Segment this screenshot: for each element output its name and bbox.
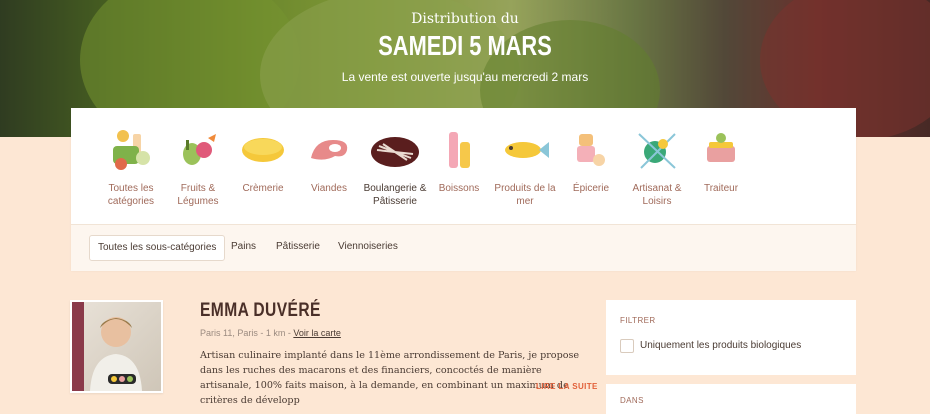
secondary-filter-panel: DANS [606,384,856,414]
producer-portrait [72,302,161,391]
drinks-icon [433,128,485,172]
category-panel: Toutes les catégories Fruits & Légumes C… [71,108,856,271]
hero-title: SAMEDI 5 MARS [378,30,552,61]
category-label: Épicerie [572,183,610,194]
category-label: Fruits & Légumes [177,183,219,207]
subcategory-pastry[interactable]: Pâtisserie [276,235,320,259]
all-categories-icon [105,128,157,172]
producer-location-text: Paris 11, Paris - 1 km - [200,328,294,338]
category-label: Boulangerie & Pâtisserie [363,183,427,207]
view-map-link[interactable]: Voir la carte [293,328,341,338]
hero-subtitle: Distribution du [411,11,519,27]
category-catering[interactable]: Traiteur [685,128,757,195]
category-label: Boissons [438,183,480,194]
category-all[interactable]: Toutes les catégories [95,128,167,208]
subcategory-viennoiseries[interactable]: Viennoiseries [338,235,398,259]
category-label: Toutes les catégories [107,183,155,207]
category-crafts[interactable]: Artisanat & Loisirs [621,128,693,208]
read-more-link[interactable]: LIRE LA SUITE [536,382,598,391]
producer-description: Artisan culinaire implanté dans le 11ème… [200,350,580,406]
producer-location: Paris 11, Paris - 1 km - Voir la carte [200,328,341,338]
category-drinks[interactable]: Boissons [423,128,495,195]
producer-name: EMMA DUVÉRÉ [200,300,321,321]
category-cheese[interactable]: Crèmerie [227,128,299,195]
cheese-icon [237,128,289,172]
category-fruits-vegetables[interactable]: Fruits & Légumes [162,128,234,208]
filter-title: FILTRER [620,316,656,325]
fruits-vegetables-icon [172,128,224,172]
category-meat[interactable]: Viandes [293,128,365,195]
catering-icon [695,128,747,172]
category-label: Viandes [311,183,347,194]
filter-panel: FILTRER Uniquement les produits biologiq… [606,300,856,375]
grocery-icon [565,128,617,172]
producer-photo [70,300,163,393]
fish-icon [499,128,551,172]
category-seafood[interactable]: Produits de la mer [489,128,561,208]
subcategory-breads[interactable]: Pains [231,235,256,259]
bakery-icon [369,128,421,172]
category-label: Traiteur [703,183,739,194]
organic-checkbox[interactable] [620,339,634,353]
category-label: Produits de la mer [494,183,556,207]
subcategory-bar: Toutes les sous-catégories Pains Pâtisse… [71,224,856,271]
category-bakery[interactable]: Boulangerie & Pâtisserie [359,128,431,208]
meat-icon [303,128,355,172]
category-grocery[interactable]: Épicerie [555,128,627,195]
category-label: Artisanat & Loisirs [632,183,682,207]
organic-checkbox-label[interactable]: Uniquement les produits biologiques [640,340,801,351]
sale-deadline-note: La vente est ouverte jusqu'au mercredi 2… [341,70,589,84]
subcategory-all[interactable]: Toutes les sous-catégories [89,235,226,261]
category-label: Crèmerie [242,183,284,194]
crafts-icon [631,128,683,172]
